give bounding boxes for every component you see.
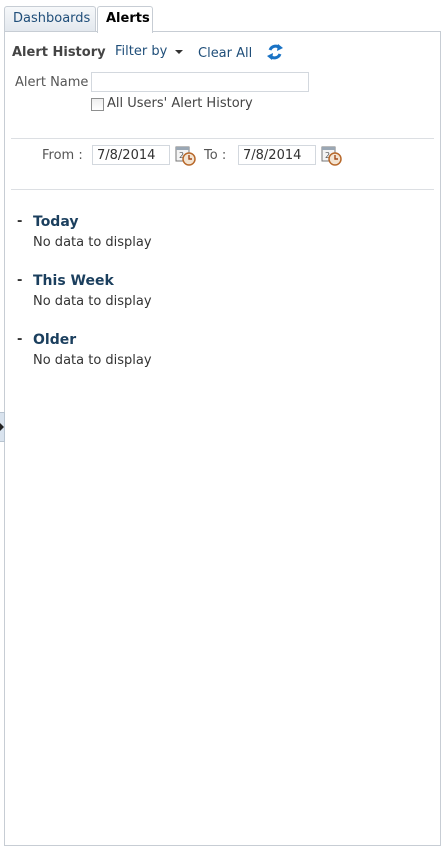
panel-splitter-handle[interactable] bbox=[0, 412, 5, 442]
divider bbox=[11, 189, 434, 190]
group-title[interactable]: This Week bbox=[33, 273, 114, 289]
filter-by-menu[interactable]: Filter by bbox=[115, 44, 184, 59]
calendar-icon[interactable]: 2 bbox=[321, 145, 342, 166]
caret-down-icon bbox=[175, 49, 184, 54]
alerts-panel: Alert History Filter by Clear All Alert … bbox=[4, 31, 441, 846]
empty-message: No data to display bbox=[33, 353, 152, 368]
from-label: From : bbox=[42, 148, 83, 163]
tab-dashboards[interactable]: Dashboards bbox=[4, 6, 96, 31]
collapse-toggle[interactable]: - bbox=[17, 214, 25, 229]
collapse-toggle[interactable]: - bbox=[17, 332, 25, 347]
to-date-input[interactable] bbox=[238, 145, 316, 165]
divider bbox=[11, 138, 434, 139]
clear-all-link[interactable]: Clear All bbox=[198, 46, 252, 61]
refresh-icon[interactable] bbox=[264, 41, 286, 63]
group-title[interactable]: Today bbox=[33, 214, 78, 230]
all-users-label: All Users' Alert History bbox=[107, 96, 253, 111]
all-users-checkbox[interactable] bbox=[91, 98, 104, 111]
alert-history-toolbar: Alert History Filter by Clear All bbox=[12, 42, 432, 67]
from-date-input[interactable] bbox=[92, 145, 170, 165]
group-title[interactable]: Older bbox=[33, 332, 76, 348]
alert-history-title: Alert History bbox=[12, 45, 106, 60]
calendar-icon[interactable]: 2 bbox=[175, 145, 196, 166]
tab-alerts[interactable]: Alerts bbox=[97, 6, 153, 33]
expand-arrow-icon bbox=[0, 423, 4, 431]
alert-name-input[interactable] bbox=[91, 72, 309, 92]
filter-by-label: Filter by bbox=[115, 44, 168, 59]
empty-message: No data to display bbox=[33, 294, 152, 309]
collapse-toggle[interactable]: - bbox=[17, 273, 25, 288]
empty-message: No data to display bbox=[33, 235, 152, 250]
to-label: To : bbox=[204, 148, 227, 163]
alert-name-label: Alert Name bbox=[15, 75, 89, 90]
